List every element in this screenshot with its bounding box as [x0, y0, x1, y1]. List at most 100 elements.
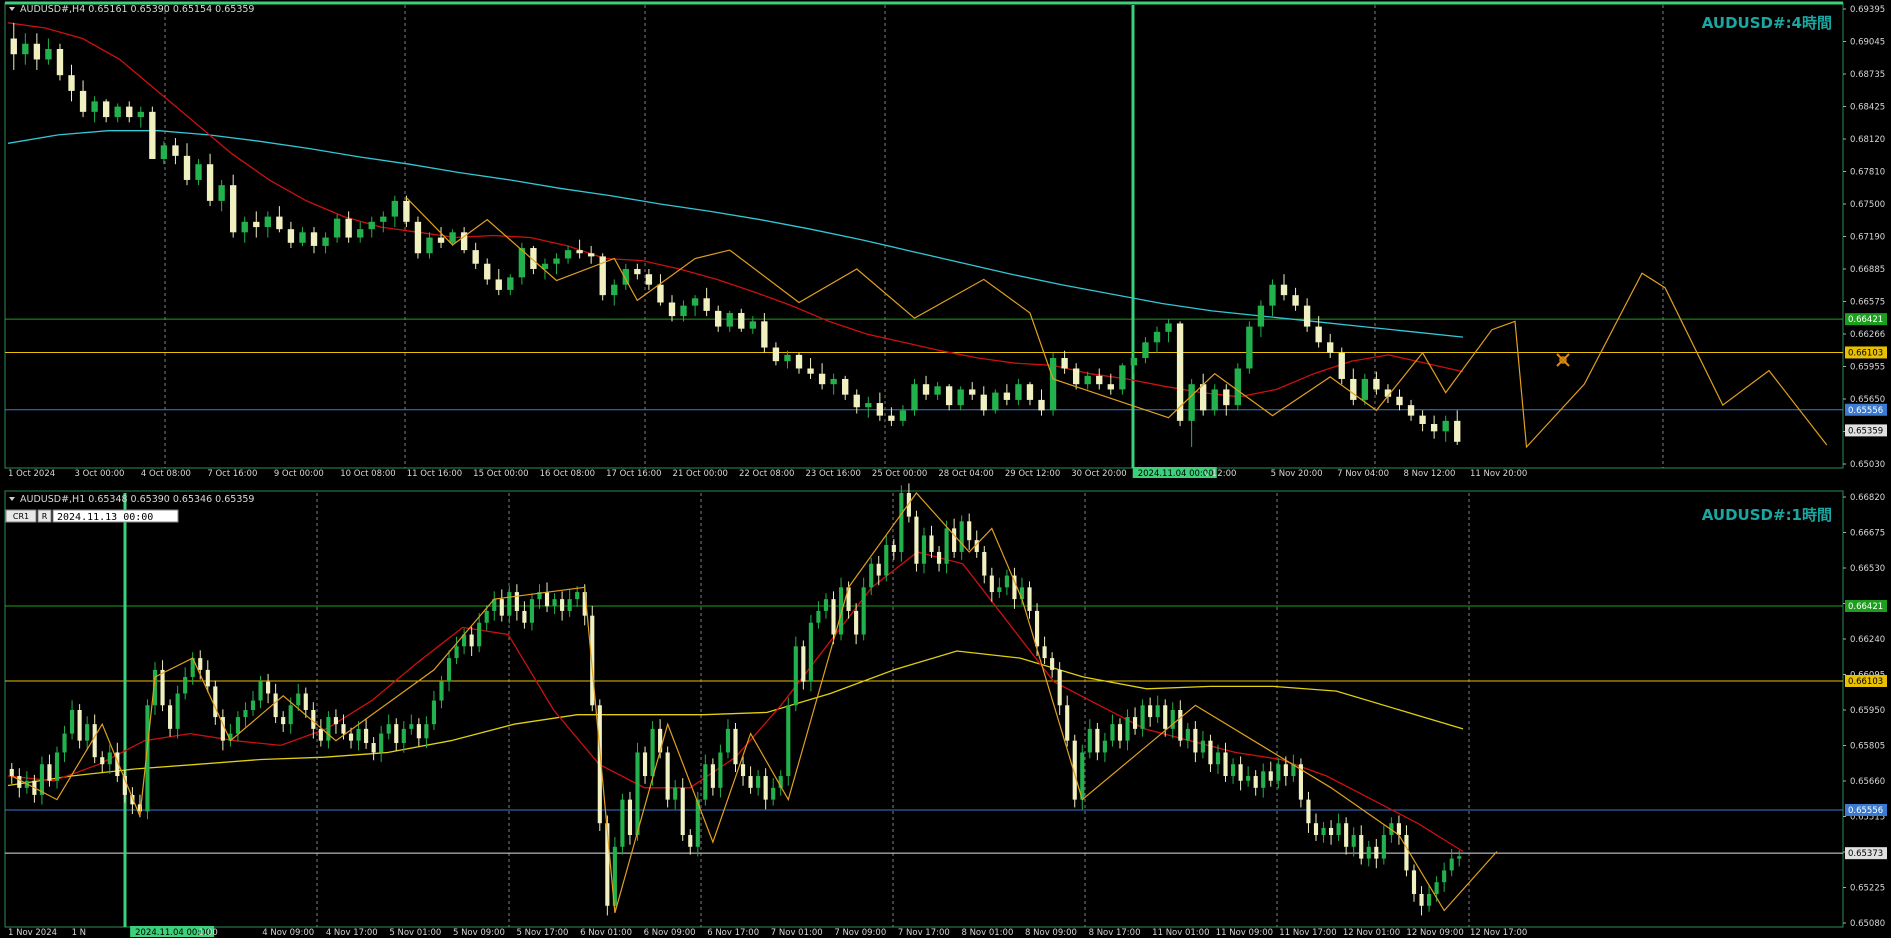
candle-body [945, 386, 953, 406]
candle-body [1110, 724, 1115, 741]
candle-body [1374, 846, 1379, 859]
candle-body [100, 757, 105, 765]
candle-body [1396, 823, 1401, 836]
candle-body [786, 705, 791, 777]
y-tick-label: 0.69395 [1850, 5, 1885, 15]
candle-body [56, 48, 64, 76]
x-tick-label: 29 Oct 12:00 [1005, 469, 1060, 479]
candle-body [1434, 882, 1439, 894]
candle-body [426, 237, 433, 254]
candle-body [703, 764, 708, 800]
reset-button[interactable]: R [42, 512, 48, 521]
candle-body [439, 681, 444, 701]
x-tick-label: 5 Nov 09:00 [453, 928, 505, 938]
price-label-text: 0.65373 [1848, 849, 1883, 859]
x-tick-label: 1:00 [199, 928, 218, 938]
candle-body [91, 101, 98, 112]
x-tick-label: 8 Nov 12:00 [1404, 469, 1456, 479]
candle-body [1246, 326, 1253, 369]
x-tick-label: 7 Nov 04:00 [1337, 469, 1389, 479]
candle-body [1338, 352, 1345, 379]
candle-body [137, 111, 144, 118]
x-tick-label: 15 Oct 00:00 [473, 469, 528, 479]
candle-body [1442, 420, 1449, 432]
candle-body [1223, 389, 1230, 406]
candle-body [424, 724, 429, 739]
candle-body [552, 599, 557, 607]
candle-body [484, 610, 489, 623]
candle-body [1042, 646, 1047, 659]
candle-body [1072, 368, 1080, 385]
candle-body [10, 38, 17, 55]
candle-body [1117, 724, 1123, 741]
candle-body [1257, 305, 1265, 327]
candle-body [929, 535, 934, 552]
candle-body [1185, 728, 1190, 741]
candle-body [1344, 823, 1349, 847]
candle-body [102, 101, 110, 118]
y-tick-label: 0.66266 [1850, 330, 1885, 340]
candle-body [818, 373, 826, 385]
h4-price-axis[interactable]: 0.69395 0.69045 0.68735 0.68425 0.68120 0.678… [1843, 5, 1887, 470]
candle-body [1306, 799, 1311, 824]
candle-body [357, 229, 364, 238]
candle-body [1200, 740, 1205, 753]
x-tick-label: 8 Nov 09:00 [1025, 928, 1077, 938]
x-tick-label: 11 Oct 16:00 [407, 469, 462, 479]
candle-body [627, 799, 633, 836]
candle-body [507, 277, 514, 290]
date-input[interactable]: 2024.11.13 00:00 [57, 512, 153, 523]
candle-body [1253, 776, 1258, 788]
h4-time-axis[interactable]: 1 Oct 2024 3 Oct 00:00 4 Oct 08:00 7 Oct 16… [8, 467, 1527, 479]
y-tick-label: 0.66240 [1850, 635, 1885, 645]
candle-body [45, 48, 52, 60]
x-tick-label: 21 Oct 00:00 [673, 469, 728, 479]
x-tick-label: 6 Nov 01:00 [580, 928, 632, 938]
candle-body [665, 752, 670, 800]
candle-body [1193, 728, 1198, 753]
x-tick-label: 30 Oct 20:00 [1071, 469, 1126, 479]
candle-body [1132, 717, 1138, 729]
candle-body [477, 622, 482, 647]
chart-workspace: 0.69395 0.69045 0.68735 0.68425 0.68120 0.678… [0, 0, 1891, 938]
h4-chart-pane[interactable]: 0.69395 0.69045 0.68735 0.68425 0.68120 0.678… [4, 1, 1887, 479]
candle-body [92, 724, 97, 758]
x-tick-label: 7 Nov 17:00 [898, 928, 950, 938]
candle-body [1276, 764, 1281, 781]
candle-body [899, 493, 904, 552]
candle-body [1200, 384, 1207, 411]
candle-body [495, 279, 502, 290]
x-tick-label: 16 Oct 08:00 [540, 469, 595, 479]
candle-body [311, 710, 316, 729]
candle-body [183, 155, 191, 180]
h1-title: AUDUSD#:1時間 [1702, 506, 1832, 524]
candle-body [957, 389, 964, 406]
candle-body [431, 700, 437, 725]
candle-body [1381, 835, 1386, 859]
x-tick-label: 11 Nov 17:00 [1279, 928, 1336, 938]
h1-chart-pane[interactable]: 0.668200.666750.665300.663850.662400.660… [4, 483, 1887, 938]
candle-body [195, 164, 202, 180]
candle-body [1178, 710, 1183, 741]
candle-body [967, 521, 972, 541]
candle-body [114, 106, 121, 118]
x-tick-label: 2024.11.04 00:00 [1138, 469, 1214, 479]
cr1-button[interactable]: CR1 [13, 512, 29, 521]
candle-body [1142, 342, 1149, 359]
candle-body [634, 268, 641, 275]
candle-body [266, 681, 271, 694]
candle-body [1095, 728, 1100, 753]
candle-body [772, 347, 780, 362]
candle-body [680, 305, 687, 317]
y-tick-label: 0.66575 [1850, 298, 1885, 308]
y-tick-label: 0.65225 [1850, 884, 1885, 894]
candle-body [258, 681, 263, 701]
candle-body [218, 185, 225, 201]
x-tick-label: 5 Nov 01:00 [389, 928, 441, 938]
candle-body [1327, 342, 1334, 353]
x-tick-label: 25 Oct 00:00 [872, 469, 927, 479]
price-label-text: 0.66103 [1848, 677, 1883, 687]
candle-body [899, 410, 907, 421]
y-tick-label: 0.66530 [1850, 564, 1885, 574]
x-tick-label: 1 Oct 2024 [8, 469, 55, 479]
